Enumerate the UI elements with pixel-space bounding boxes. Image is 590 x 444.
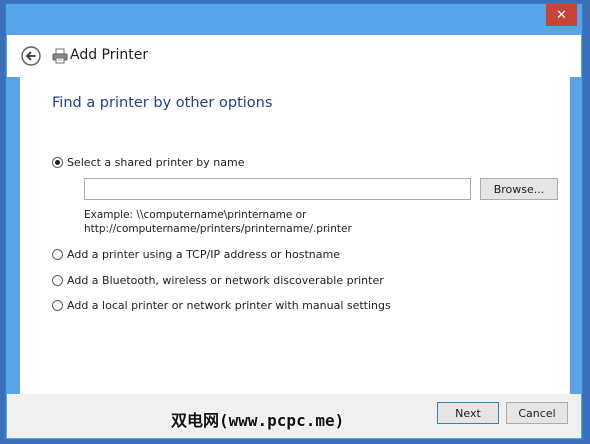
browse-button[interactable]: Browse... xyxy=(480,178,558,200)
printer-icon xyxy=(52,48,68,64)
option-tcp-ip[interactable]: Add a printer using a TCP/IP address or … xyxy=(52,248,340,261)
wizard-header: Add Printer xyxy=(7,35,581,77)
radio-local-printer[interactable] xyxy=(52,300,63,311)
printer-name-input[interactable] xyxy=(84,178,471,200)
page-title: Find a printer by other options xyxy=(52,95,273,111)
close-button[interactable]: ✕ xyxy=(546,4,577,26)
close-icon: ✕ xyxy=(556,7,567,23)
watermark-text: 双电网(www.pcpc.me) xyxy=(171,411,345,430)
option-label: Select a shared printer by name xyxy=(67,156,245,169)
option-bluetooth-wireless[interactable]: Add a Bluetooth, wireless or network dis… xyxy=(52,274,384,287)
radio-bluetooth-wireless[interactable] xyxy=(52,275,63,286)
option-label: Add a printer using a TCP/IP address or … xyxy=(67,248,340,261)
option-shared-printer[interactable]: Select a shared printer by name xyxy=(52,156,244,169)
example-text: Example: \\computername\printername or h… xyxy=(84,208,352,236)
next-button[interactable]: Next xyxy=(437,402,499,424)
window-title: Add Printer xyxy=(70,47,149,63)
add-printer-window: ✕ Add Printer Find a printer by other op… xyxy=(5,3,583,440)
example-line-1: Example: \\computername\printername or xyxy=(84,209,307,221)
back-arrow-icon[interactable] xyxy=(21,46,41,66)
radio-shared-printer[interactable] xyxy=(52,157,63,168)
option-local-printer[interactable]: Add a local printer or network printer w… xyxy=(52,299,391,312)
cancel-button[interactable]: Cancel xyxy=(506,402,568,424)
wizard-content: Find a printer by other options Select a… xyxy=(20,77,570,394)
radio-tcp-ip[interactable] xyxy=(52,249,63,260)
desktop-background: ✕ Add Printer Find a printer by other op… xyxy=(0,0,590,444)
radio-selected-dot xyxy=(55,160,60,165)
example-line-2: http://computername/printers/printername… xyxy=(84,223,352,235)
option-label: Add a local printer or network printer w… xyxy=(67,299,391,312)
option-label: Add a Bluetooth, wireless or network dis… xyxy=(67,274,384,287)
